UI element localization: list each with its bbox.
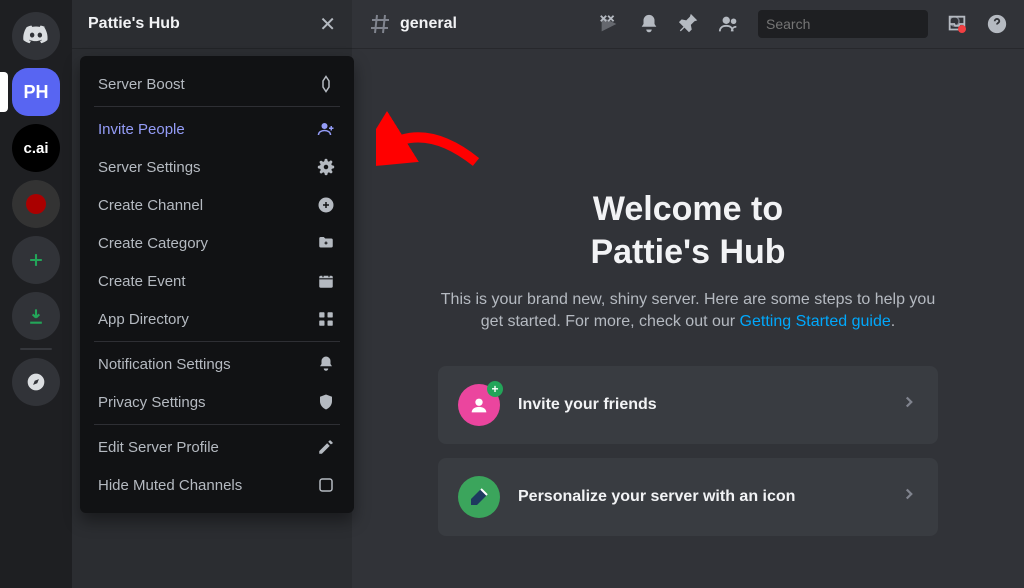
search-input[interactable] <box>766 16 947 32</box>
menu-label: Server Boost <box>98 76 185 93</box>
welcome-section: Welcome to Pattie's Hub This is your bra… <box>352 48 1024 588</box>
app-directory-icon <box>316 309 336 329</box>
shield-icon <box>316 392 336 412</box>
gear-icon <box>316 157 336 177</box>
bell-icon <box>638 13 660 35</box>
channel-panel: Pattie's Hub ✕ Server Boost Invite Peopl… <box>72 0 352 588</box>
help-button[interactable] <box>986 13 1008 35</box>
calendar-plus-icon <box>316 271 336 291</box>
card-label: Invite your friends <box>518 396 882 414</box>
plus-icon <box>26 250 46 270</box>
server-separator <box>20 348 52 350</box>
main-content: general Welcome to Pattie's Hub This is … <box>352 0 1024 588</box>
menu-edit-server-profile[interactable]: Edit Server Profile <box>88 429 346 465</box>
pin-icon <box>678 13 700 35</box>
close-icon: ✕ <box>319 12 336 37</box>
card-personalize-server[interactable]: Personalize your server with an icon <box>438 458 938 536</box>
server-pill-patties-hub[interactable]: PH <box>12 68 60 116</box>
server-header[interactable]: Pattie's Hub ✕ <box>72 0 352 48</box>
boost-icon <box>316 74 336 94</box>
discord-logo-icon <box>22 22 50 50</box>
menu-label: Privacy Settings <box>98 394 206 411</box>
inbox-button[interactable] <box>946 13 968 35</box>
pinned-messages-button[interactable] <box>678 13 700 35</box>
help-icon <box>986 13 1008 35</box>
invite-friends-icon: + <box>458 384 500 426</box>
menu-label: App Directory <box>98 311 189 328</box>
server-sidebar: PH c.ai <box>0 0 72 588</box>
members-icon <box>718 13 740 35</box>
menu-create-channel[interactable]: Create Channel <box>88 187 346 223</box>
welcome-subtitle: This is your brand new, shiny server. He… <box>428 289 948 334</box>
add-server-button[interactable] <box>12 236 60 284</box>
plus-badge-icon: + <box>487 381 503 397</box>
menu-label: Create Event <box>98 273 186 290</box>
threads-icon <box>598 13 620 35</box>
pencil-icon <box>316 437 336 457</box>
welcome-heading: Welcome to Pattie's Hub <box>590 188 785 273</box>
onboarding-cards: + Invite your friends Personalize your s… <box>438 366 938 536</box>
search-box[interactable] <box>758 10 928 38</box>
channel-header: general <box>352 0 1024 48</box>
invite-people-icon <box>316 119 336 139</box>
server-dropdown: Server Boost Invite People Server Settin… <box>80 56 354 513</box>
menu-label: Invite People <box>98 121 185 138</box>
compass-icon <box>26 372 46 392</box>
checkbox-empty-icon <box>316 475 336 495</box>
menu-label: Create Category <box>98 235 208 252</box>
menu-notification-settings[interactable]: Notification Settings <box>88 346 346 382</box>
threads-button[interactable] <box>598 13 620 35</box>
chevron-right-icon <box>900 485 918 508</box>
member-list-button[interactable] <box>718 13 740 35</box>
server-name: Pattie's Hub <box>88 15 180 33</box>
menu-label: Hide Muted Channels <box>98 477 242 494</box>
menu-server-boost[interactable]: Server Boost <box>88 66 346 102</box>
discord-home-button[interactable] <box>12 12 60 60</box>
menu-label: Notification Settings <box>98 356 231 373</box>
notification-badge <box>958 25 966 33</box>
menu-invite-people[interactable]: Invite People <box>88 111 346 147</box>
server-pill-cai[interactable]: c.ai <box>12 124 60 172</box>
chevron-right-icon <box>900 393 918 416</box>
menu-label: Create Channel <box>98 197 203 214</box>
plus-circle-icon <box>316 195 336 215</box>
menu-label: Server Settings <box>98 159 201 176</box>
menu-label: Edit Server Profile <box>98 439 219 456</box>
menu-server-settings[interactable]: Server Settings <box>88 149 346 185</box>
hash-icon <box>368 12 392 36</box>
card-label: Personalize your server with an icon <box>518 488 882 506</box>
menu-privacy-settings[interactable]: Privacy Settings <box>88 384 346 420</box>
dropdown-separator <box>94 106 340 107</box>
getting-started-link[interactable]: Getting Started guide <box>740 313 891 330</box>
menu-app-directory[interactable]: App Directory <box>88 301 346 337</box>
menu-hide-muted-channels[interactable]: Hide Muted Channels <box>88 467 346 503</box>
server-cai-label: c.ai <box>23 140 48 157</box>
server-abbreviation: PH <box>23 82 48 103</box>
notifications-button[interactable] <box>638 13 660 35</box>
dropdown-separator <box>94 341 340 342</box>
download-icon <box>26 306 46 326</box>
channel-name: general <box>400 15 457 33</box>
download-apps-button[interactable] <box>12 292 60 340</box>
menu-create-event[interactable]: Create Event <box>88 263 346 299</box>
folder-plus-icon <box>316 233 336 253</box>
explore-servers-button[interactable] <box>12 358 60 406</box>
menu-create-category[interactable]: Create Category <box>88 225 346 261</box>
dropdown-separator <box>94 424 340 425</box>
personalize-icon <box>458 476 500 518</box>
server-pill-image[interactable] <box>12 180 60 228</box>
channel-title: general <box>368 12 457 36</box>
card-invite-friends[interactable]: + Invite your friends <box>438 366 938 444</box>
bell-icon <box>316 354 336 374</box>
